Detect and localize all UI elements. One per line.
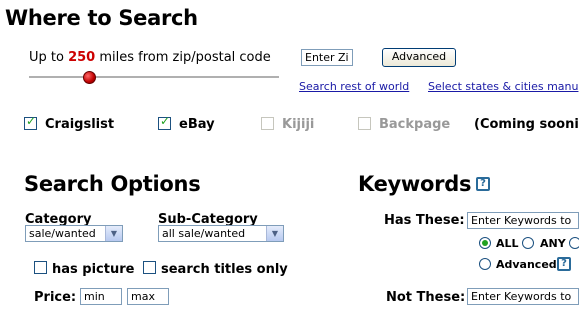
advanced-help-icon[interactable]: ?	[557, 257, 571, 271]
has-these-input[interactable]	[467, 212, 579, 229]
any-radio-label: ANY	[540, 237, 566, 250]
distance-suffix: miles from zip/postal code	[99, 50, 271, 65]
titles-only-checkbox[interactable]	[143, 261, 156, 274]
subcategory-select-value: all sale/wanted	[162, 227, 246, 240]
check-icon: ✓	[160, 114, 171, 128]
kijiji-checkbox	[261, 117, 274, 130]
keywords-help-icon[interactable]: ?	[476, 177, 490, 191]
distance-text: Up to 250 miles from zip/postal code	[29, 50, 271, 65]
has-these-label: Has These:	[384, 213, 465, 228]
zip-input[interactable]	[301, 49, 353, 66]
distance-slider-thumb[interactable]	[83, 71, 96, 84]
backpage-label: Backpage	[379, 117, 451, 132]
ebay-label: eBay	[179, 117, 215, 132]
all-radio[interactable]	[479, 237, 491, 249]
price-min-input[interactable]	[80, 288, 122, 305]
phrase-radio[interactable]	[569, 237, 579, 249]
check-icon: ✓	[26, 114, 37, 128]
advanced-radio-label: Advanced	[496, 258, 557, 271]
has-picture-checkbox[interactable]	[34, 261, 47, 274]
distance-slider-track[interactable]	[29, 76, 279, 78]
search-rest-of-world-link[interactable]: Search rest of world	[299, 80, 409, 93]
search-options-title: Search Options	[24, 172, 201, 196]
kijiji-label: Kijiji	[282, 117, 315, 132]
ebay-checkbox[interactable]: ✓	[158, 114, 171, 130]
category-select-value: sale/wanted	[29, 227, 96, 240]
subcategory-select[interactable]: all sale/wanted ▼	[158, 225, 284, 242]
has-picture-label: has picture	[52, 262, 135, 277]
price-max-input[interactable]	[127, 288, 169, 305]
where-to-search-title: Where to Search	[5, 6, 198, 30]
titles-only-label: search titles only	[161, 262, 288, 277]
advanced-location-button[interactable]: Advanced	[382, 48, 456, 67]
craigslist-label: Craigslist	[45, 117, 115, 132]
all-radio-label: ALL	[496, 237, 519, 250]
not-these-label: Not These:	[386, 290, 466, 305]
coming-soon-text: (Coming sooni	[474, 117, 579, 132]
keywords-title: Keywords	[358, 172, 472, 196]
any-radio[interactable]	[522, 237, 534, 249]
backpage-checkbox	[358, 117, 371, 130]
price-label: Price:	[34, 290, 77, 305]
distance-prefix: Up to	[29, 50, 64, 65]
select-states-cities-link[interactable]: Select states & cities manu	[428, 80, 578, 93]
craigslist-checkbox[interactable]: ✓	[24, 114, 37, 130]
chevron-down-icon: ▼	[105, 226, 122, 241]
chevron-down-icon: ▼	[266, 226, 283, 241]
advanced-radio[interactable]	[479, 258, 491, 270]
distance-value: 250	[68, 50, 96, 65]
not-these-input[interactable]	[467, 288, 579, 305]
category-select[interactable]: sale/wanted ▼	[25, 225, 123, 242]
